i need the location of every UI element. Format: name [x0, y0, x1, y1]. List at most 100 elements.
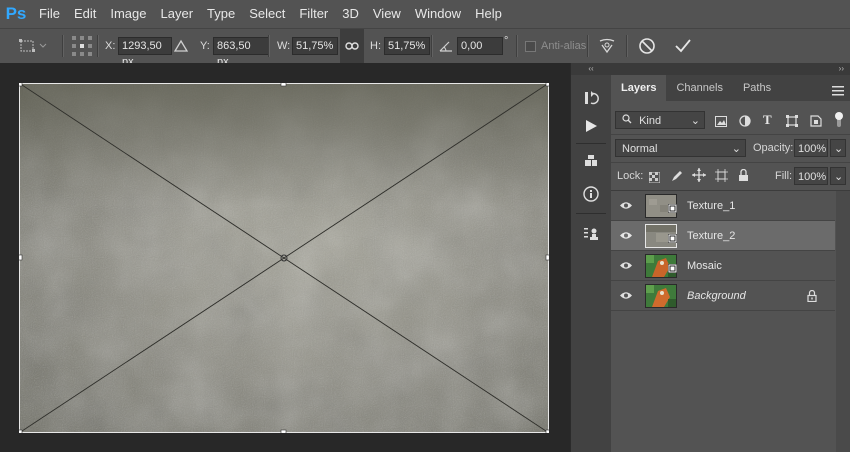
layer-thumbnail: [645, 253, 678, 278]
menu-help[interactable]: Help: [468, 0, 509, 28]
tab-channels[interactable]: Channels: [666, 75, 732, 101]
filter-type-icon[interactable]: T: [763, 112, 772, 128]
menu-window[interactable]: Window: [408, 0, 468, 28]
filter-type-dropdown[interactable]: Kind ⌄: [615, 111, 705, 129]
filter-smart-object-icon[interactable]: [810, 114, 822, 132]
panel-menu-icon[interactable]: [832, 83, 844, 101]
lock-label: Lock:: [617, 170, 644, 182]
x-label: X:: [105, 40, 116, 52]
menu-select[interactable]: Select: [242, 0, 292, 28]
layer-row-texture-1[interactable]: Texture_1: [611, 191, 835, 221]
menu-3d[interactable]: 3D: [335, 0, 366, 28]
layer-thumbnail: [645, 223, 678, 248]
filter-toggle-icon[interactable]: [834, 111, 844, 134]
transform-handle[interactable]: [545, 83, 549, 87]
relative-position-icon[interactable]: [174, 29, 188, 63]
warp-mode-icon[interactable]: [598, 29, 616, 63]
opacity-label: Opacity:: [753, 142, 794, 154]
rotation-field[interactable]: 0,00: [457, 37, 503, 55]
search-icon: [622, 112, 632, 130]
layer-thumbnail: [645, 283, 677, 308]
lock-image-pixels-icon[interactable]: [671, 169, 683, 187]
menu-file[interactable]: File: [32, 0, 67, 28]
lock-transparent-pixels-icon[interactable]: [648, 170, 661, 188]
antialias-checkbox[interactable]: [525, 40, 536, 52]
canvas-area: [0, 63, 570, 452]
fill-field[interactable]: 100%: [794, 167, 828, 185]
visibility-eye-icon[interactable]: [611, 201, 641, 210]
layer-thumbnail: [645, 193, 678, 218]
3d-cubes-icon[interactable]: [579, 151, 603, 173]
link-aspect-ratio-icon[interactable]: [340, 29, 364, 63]
layer-row-background[interactable]: Background: [611, 281, 835, 311]
options-bar: X: 1293,50 px Y: 863,50 px W: 51,75% H: …: [0, 28, 850, 68]
menu-edit[interactable]: Edit: [67, 0, 103, 28]
collapsed-panel-dock: ‹‹: [570, 63, 612, 452]
transform-handle[interactable]: [280, 429, 287, 433]
filter-pixel-icon[interactable]: [715, 114, 727, 132]
visibility-eye-icon[interactable]: [611, 231, 641, 240]
layer-name: Background: [687, 289, 746, 302]
document-canvas[interactable]: [19, 83, 549, 433]
panel-tabs: Layers Channels Paths: [611, 75, 850, 101]
transform-handle[interactable]: [19, 83, 23, 87]
height-field[interactable]: 51,75%: [384, 37, 430, 55]
transform-tool-icon[interactable]: [18, 29, 48, 63]
clone-source-icon[interactable]: [579, 223, 603, 245]
opacity-field[interactable]: 100%: [794, 139, 828, 157]
panel-collapse-icon[interactable]: ››: [611, 63, 850, 75]
antialias-label: Anti-alias: [541, 40, 587, 52]
lock-all-icon[interactable]: [738, 168, 749, 187]
visibility-eye-icon[interactable]: [611, 261, 641, 270]
dock-collapse-icon[interactable]: ‹‹: [571, 63, 611, 75]
menu-layer[interactable]: Layer: [154, 0, 201, 28]
actions-play-icon[interactable]: [579, 115, 603, 137]
y-label: Y:: [200, 40, 210, 52]
menu-filter[interactable]: Filter: [292, 0, 335, 28]
lock-artboard-icon[interactable]: [715, 169, 728, 187]
cancel-transform-icon[interactable]: [638, 29, 656, 63]
history-icon[interactable]: [579, 87, 603, 109]
smart-object-badge-icon: [667, 260, 678, 278]
layer-row-mosaic[interactable]: Mosaic: [611, 251, 835, 281]
layers-scrollbar[interactable]: [836, 191, 850, 452]
transform-handle[interactable]: [545, 429, 549, 433]
menu-view[interactable]: View: [366, 0, 408, 28]
menu-bar: Ps File Edit Image Layer Type Select Fil…: [0, 0, 850, 28]
blend-mode-dropdown[interactable]: Normal ⌄: [615, 139, 746, 157]
blend-mode-value: Normal: [622, 143, 658, 155]
lock-position-icon[interactable]: [692, 168, 706, 187]
rotate-angle-icon: [439, 29, 453, 63]
width-field[interactable]: 51,75%: [292, 37, 338, 55]
transform-handle[interactable]: [19, 429, 23, 433]
filter-adjustment-icon[interactable]: [739, 114, 751, 132]
tab-layers[interactable]: Layers: [611, 75, 667, 101]
lock-icon[interactable]: [807, 289, 817, 307]
reference-point-icon[interactable]: [71, 29, 93, 63]
info-icon[interactable]: [579, 183, 603, 205]
transform-handle[interactable]: [280, 83, 287, 87]
transform-handle[interactable]: [19, 254, 23, 261]
menu-type[interactable]: Type: [200, 0, 242, 28]
smart-object-badge-icon: [667, 200, 678, 218]
tab-paths[interactable]: Paths: [733, 75, 781, 101]
visibility-eye-icon[interactable]: [611, 291, 641, 300]
fill-dropdown-icon[interactable]: ⌄: [830, 167, 846, 185]
filter-kind-label: Kind: [639, 115, 662, 127]
h-label: H:: [370, 40, 381, 52]
transform-handle[interactable]: [545, 254, 549, 261]
filter-shape-icon[interactable]: [786, 114, 798, 132]
chevron-down-icon: ⌄: [731, 143, 741, 155]
layer-name: Mosaic: [687, 259, 722, 272]
photoshop-logo: Ps: [5, 4, 27, 23]
layer-row-texture-2[interactable]: Texture_2: [611, 221, 835, 251]
x-position-field[interactable]: 1293,50 px: [118, 37, 172, 68]
commit-transform-icon[interactable]: [674, 29, 692, 63]
layer-name: Texture_1: [687, 199, 736, 212]
y-position-field[interactable]: 863,50 px: [213, 37, 269, 68]
fill-label: Fill:: [775, 170, 793, 182]
menu-image[interactable]: Image: [103, 0, 153, 28]
opacity-dropdown-icon[interactable]: ⌄: [830, 139, 846, 157]
layers-panel: ›› Layers Channels Paths Kind ⌄ T Normal…: [611, 63, 850, 452]
w-label: W:: [277, 40, 291, 52]
